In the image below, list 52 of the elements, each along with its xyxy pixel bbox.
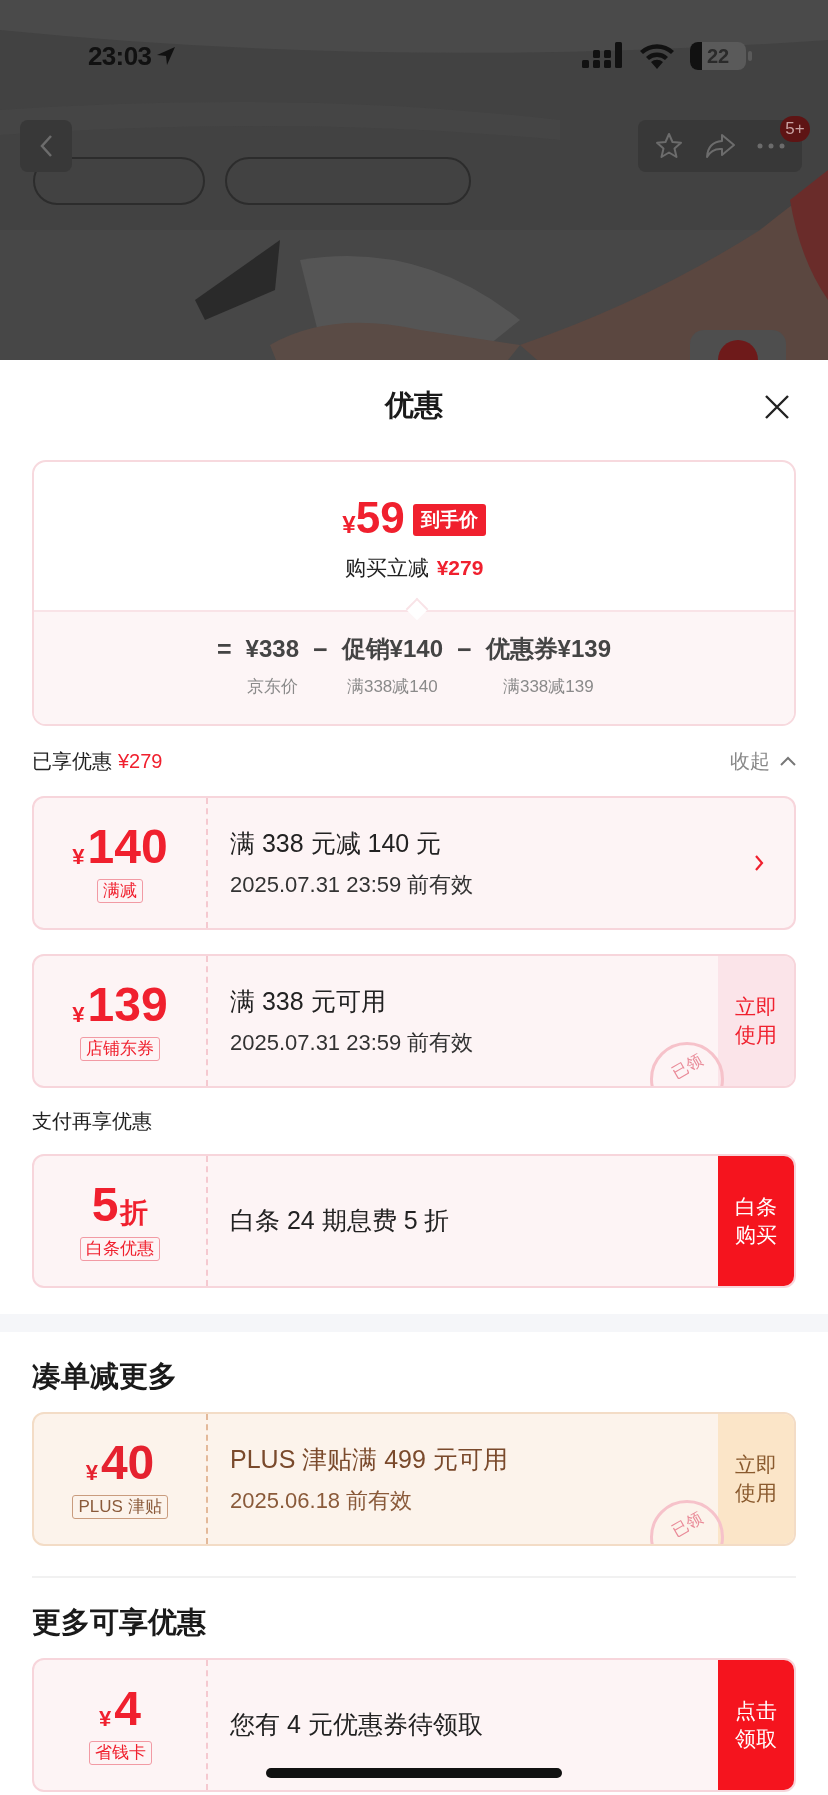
price-badge: 到手价 xyxy=(412,503,486,536)
section-heading: 支付再享优惠 xyxy=(32,1109,152,1134)
collapse-toggle[interactable]: 收起 xyxy=(730,746,796,776)
coupon-action-button[interactable]: 白条购买 xyxy=(718,1156,794,1286)
back-icon xyxy=(39,134,53,158)
coupon-tag: 白条优惠 xyxy=(80,1237,160,1261)
section-heading: 更多可享优惠 xyxy=(32,1604,206,1640)
coupon-amount: ¥4 xyxy=(99,1685,141,1733)
location-arrow-icon xyxy=(155,45,178,67)
price-component: 促销¥140 xyxy=(341,634,443,664)
stamp-label: 已领 xyxy=(668,1050,706,1084)
coupon-title: 白条 24 期息费 5 折 xyxy=(230,1205,451,1237)
enjoyed-amount: ¥279 xyxy=(118,749,163,774)
operator-sign: − xyxy=(313,634,328,664)
price-component: 优惠券¥139 xyxy=(485,634,611,664)
coupon-action-button[interactable]: 点击领取 xyxy=(718,1660,794,1790)
price-note: 满338减140 xyxy=(346,676,438,698)
coupon-title: 您有 4 元优惠券待领取 xyxy=(230,1709,484,1741)
section-heading: 凑单减更多 xyxy=(32,1358,177,1394)
coupon-amount: 5折 xyxy=(91,1181,149,1229)
coupon-tag: PLUS 津贴 xyxy=(72,1495,168,1519)
coupon-amount: ¥139 xyxy=(72,981,168,1029)
price-component: ¥338 xyxy=(245,634,299,664)
coupon-action-button[interactable]: 立即使用 xyxy=(718,1414,794,1544)
final-price: ¥59 xyxy=(342,496,405,540)
saving-label: 购买立减 xyxy=(344,555,429,581)
coupon-validity: 2025.07.31 23:59 前有效 xyxy=(230,1029,475,1058)
coupon-tag: 满减 xyxy=(97,879,143,903)
signal-icon xyxy=(582,42,624,70)
coupon-title: 满 338 元可用 xyxy=(230,985,387,1017)
coupon-amount: ¥40 xyxy=(85,1439,155,1487)
coupon-action-button[interactable]: 立即使用 xyxy=(718,956,794,1086)
coupon-tag: 店铺东券 xyxy=(80,1037,160,1061)
operator-sign: = xyxy=(217,634,232,664)
coupon-title: 满 338 元减 140 元 xyxy=(230,827,443,859)
enjoyed-label: 已享优惠 xyxy=(32,749,112,774)
coupon-validity: 2025.07.31 23:59 前有效 xyxy=(230,871,475,900)
chevron-up-icon xyxy=(780,756,796,766)
operator-sign: − xyxy=(457,634,472,664)
coupon-validity: 2025.06.18 前有效 xyxy=(230,1487,414,1516)
coupon-amount: ¥140 xyxy=(72,823,168,871)
battery-icon xyxy=(690,42,752,70)
coupon-tag: 省钱卡 xyxy=(88,1741,152,1765)
sheet-title: 优惠 xyxy=(385,388,443,424)
price-note: 满338减139 xyxy=(502,676,594,698)
price-note: 京东价 xyxy=(246,676,298,698)
back-button[interactable] xyxy=(20,120,72,172)
stamp-label: 已领 xyxy=(668,1508,706,1542)
floating-button[interactable] xyxy=(690,330,786,360)
wifi-icon xyxy=(638,42,676,70)
saving-amount: ¥279 xyxy=(436,555,484,581)
coupon-title: PLUS 津贴满 499 元可用 xyxy=(230,1443,509,1475)
